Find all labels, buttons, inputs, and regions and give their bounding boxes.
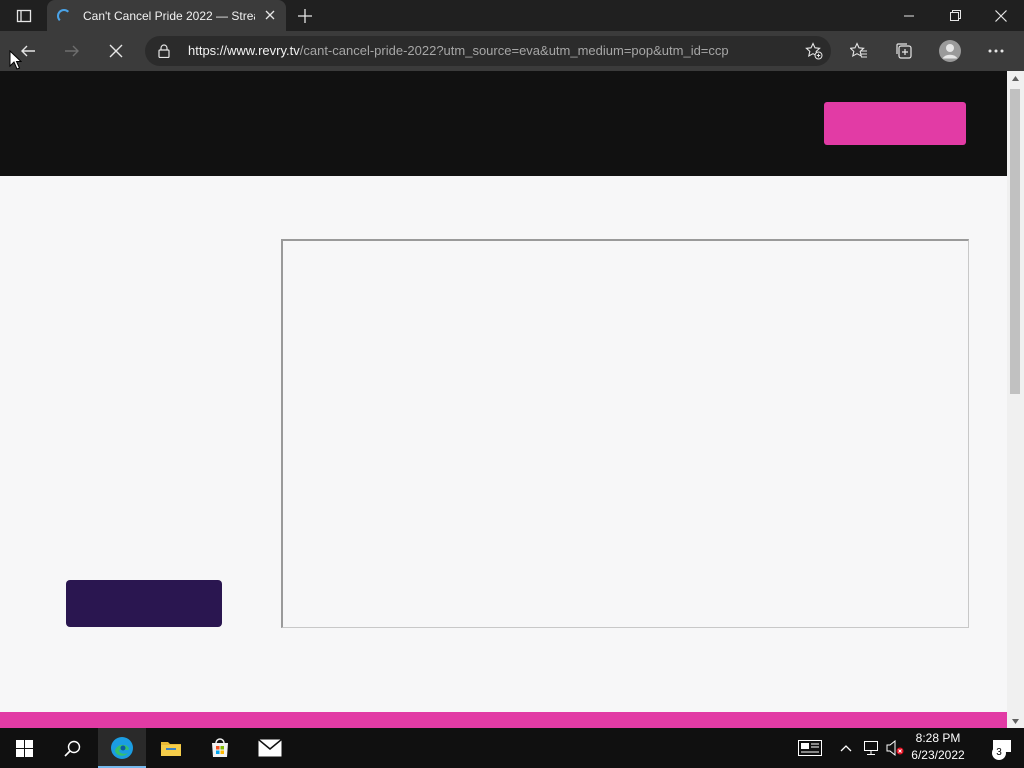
windows-start-icon[interactable] — [0, 728, 48, 768]
url-scheme: https:// — [188, 43, 228, 58]
news-icon[interactable] — [795, 728, 825, 768]
taskbar-clock[interactable]: 8:28 PM 6/23/2022 — [905, 730, 971, 764]
loading-spinner-icon — [57, 8, 71, 23]
url-host: www.revry.tv — [227, 43, 300, 58]
lock-icon[interactable] — [158, 44, 170, 63]
header-cta-button[interactable] — [824, 102, 966, 145]
mail-icon[interactable] — [246, 728, 294, 768]
volume-muted-icon[interactable] — [884, 728, 906, 768]
file-explorer-icon[interactable] — [147, 728, 195, 768]
restore-icon[interactable] — [932, 0, 978, 31]
web-page — [0, 71, 1007, 728]
url-text[interactable]: https://www.revry.tv/cant-cancel-pride-2… — [188, 43, 788, 58]
url-path: /cant-cancel-pride-2022?utm_source=eva&u… — [299, 43, 729, 58]
browser-tab-bar: Can't Cancel Pride 2022 — Strea — [0, 0, 1024, 31]
network-icon[interactable] — [860, 728, 882, 768]
browser-tab-active[interactable]: Can't Cancel Pride 2022 — Strea — [47, 0, 286, 31]
content-frame — [281, 239, 969, 628]
show-hidden-icon[interactable] — [836, 728, 856, 768]
more-icon[interactable] — [980, 35, 1012, 67]
profile-icon[interactable] — [934, 35, 966, 67]
side-action-button[interactable] — [66, 580, 222, 627]
notification-count-badge: 3 — [992, 746, 1006, 760]
search-icon[interactable] — [48, 728, 96, 768]
store-icon[interactable] — [196, 728, 244, 768]
add-favorite-icon[interactable] — [805, 42, 823, 65]
scroll-up-icon[interactable] — [1007, 71, 1024, 85]
page-scrollbar[interactable] — [1007, 71, 1024, 728]
edge-icon[interactable] — [98, 728, 146, 768]
clock-time: 8:28 PM — [915, 731, 961, 745]
windows-taskbar: 8:28 PM 6/23/2022 — [0, 728, 1024, 768]
site-header — [0, 71, 1007, 176]
tab-title: Can't Cancel Pride 2022 — Strea — [83, 8, 255, 23]
footer-bar — [0, 712, 1007, 728]
stop-loading-icon[interactable] — [100, 35, 132, 67]
favorites-icon[interactable] — [843, 35, 875, 67]
minimize-icon[interactable] — [886, 0, 932, 31]
browser-toolbar: https://www.revry.tv/cant-cancel-pride-2… — [0, 31, 1024, 71]
address-bar[interactable]: https://www.revry.tv/cant-cancel-pride-2… — [145, 36, 831, 66]
close-tab-icon[interactable] — [262, 7, 278, 23]
scroll-thumb[interactable] — [1010, 89, 1020, 394]
tab-actions-icon[interactable] — [8, 4, 40, 28]
collections-icon[interactable] — [888, 35, 920, 67]
clock-date: 6/23/2022 — [911, 748, 965, 762]
mouse-cursor-icon — [9, 49, 23, 75]
scroll-down-icon[interactable] — [1007, 714, 1024, 728]
forward-icon[interactable] — [56, 35, 88, 67]
close-window-icon[interactable] — [978, 0, 1024, 31]
new-tab-icon[interactable] — [293, 4, 317, 28]
